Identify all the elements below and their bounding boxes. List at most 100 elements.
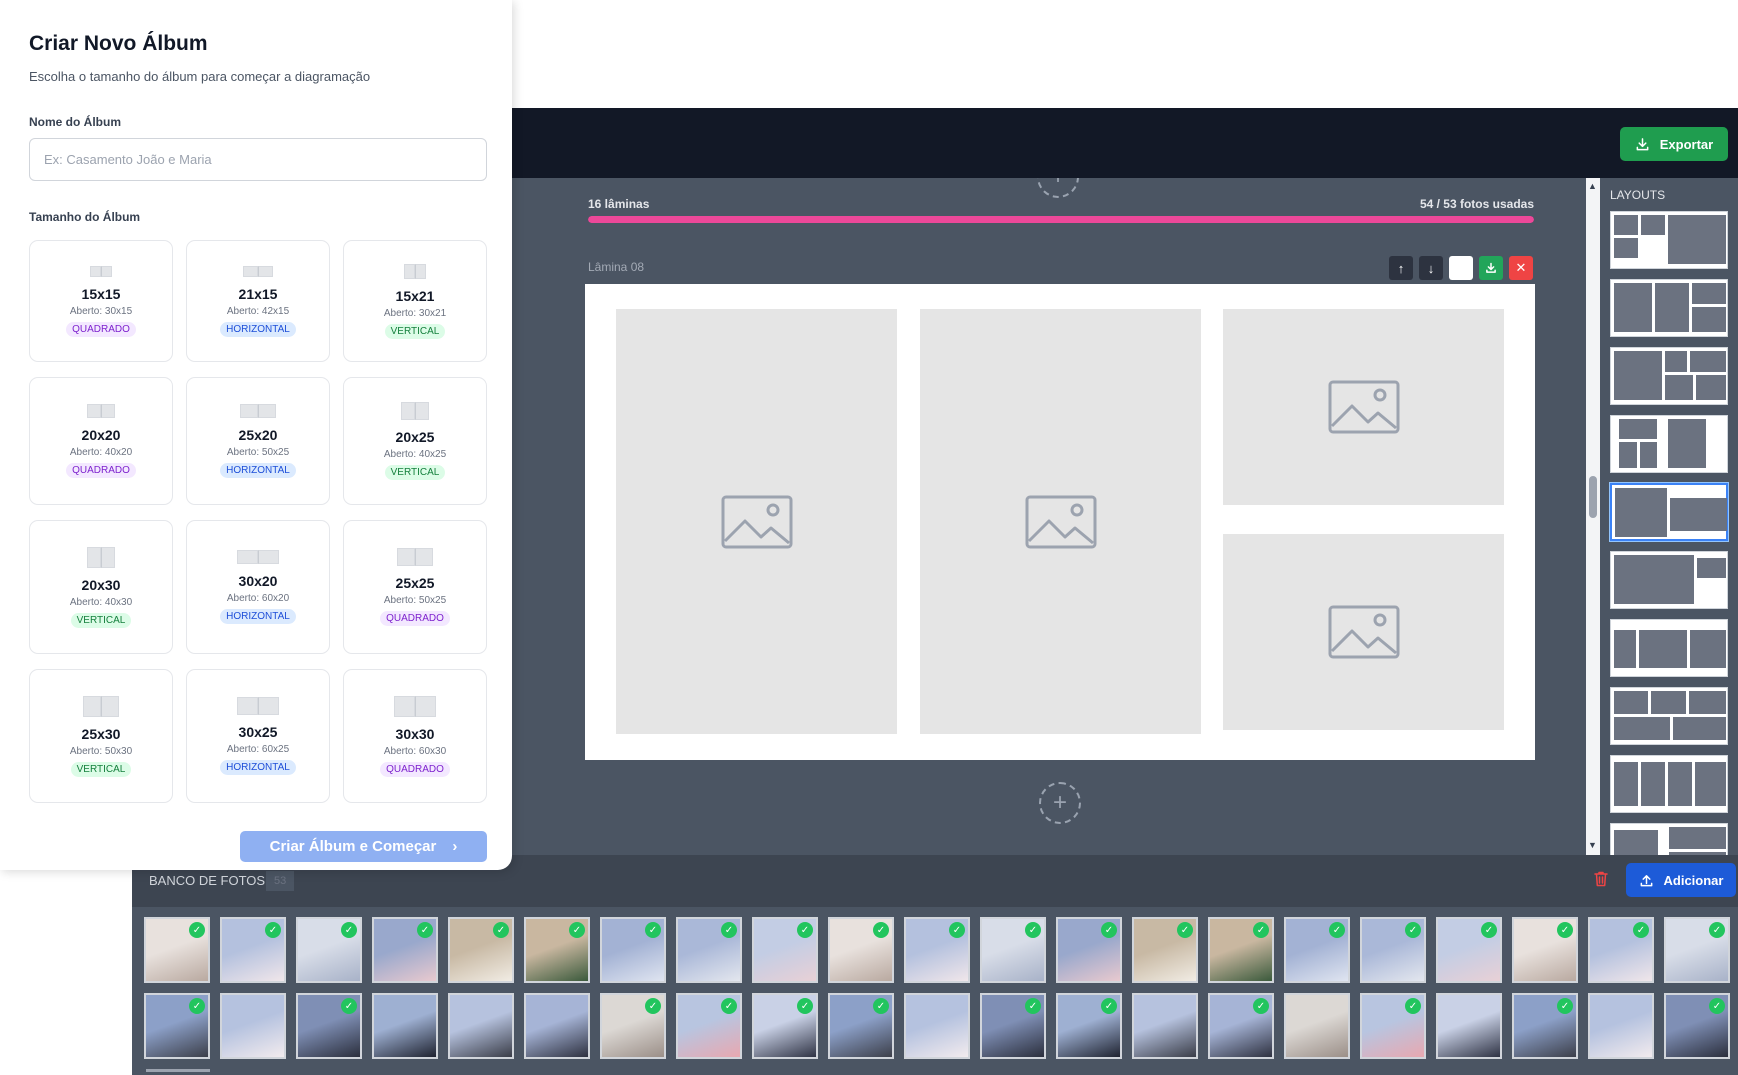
size-open-dimensions: Aberto: 60x20 [226, 593, 290, 604]
layout-option[interactable] [1610, 415, 1728, 473]
size-card-30x20[interactable]: 30x20 Aberto: 60x20 HORIZONTAL [186, 520, 330, 654]
layout-option[interactable] [1610, 823, 1728, 855]
size-card-20x20[interactable]: 20x20 Aberto: 40x20 QUADRADO [29, 377, 173, 505]
photo-thumbnail[interactable]: ✓ [1132, 917, 1198, 983]
photo-thumbnail[interactable]: ✓ [220, 917, 286, 983]
photo-thumbnail[interactable]: ✓ [828, 993, 894, 1059]
add-sheet-top-button[interactable]: + [1037, 178, 1079, 198]
layout-option[interactable] [1610, 279, 1728, 337]
photo-thumbnail[interactable]: ✓ [828, 917, 894, 983]
size-card-15x15[interactable]: 15x15 Aberto: 30x15 QUADRADO [29, 240, 173, 362]
photos-progress-bar [588, 216, 1534, 223]
add-photos-button[interactable]: Adicionar [1626, 863, 1736, 897]
photo-bank-title: BANCO DE FOTOS [149, 873, 266, 888]
photo-slot[interactable] [920, 309, 1201, 734]
photo-thumbnail[interactable]: ✓ [296, 917, 362, 983]
size-card-21x15[interactable]: 21x15 Aberto: 42x15 HORIZONTAL [186, 240, 330, 362]
background-color-button[interactable] [1449, 256, 1473, 280]
album-size-label: Tamanho do Álbum [29, 210, 141, 224]
photo-thumbnail[interactable]: ✓ [1512, 917, 1578, 983]
photo-thumbnail[interactable]: ✓ [144, 993, 210, 1059]
layout-option[interactable] [1610, 483, 1728, 541]
size-card-15x21[interactable]: 15x21 Aberto: 30x21 VERTICAL [343, 240, 487, 362]
photo-thumbnail[interactable] [448, 993, 514, 1059]
photo-thumbnail[interactable] [904, 993, 970, 1059]
album-name-input[interactable] [29, 138, 487, 181]
layouts-title: LAYOUTS [1610, 188, 1666, 202]
photo-thumbnail[interactable]: ✓ [676, 917, 742, 983]
size-card-25x25[interactable]: 25x25 Aberto: 50x25 QUADRADO [343, 520, 487, 654]
arrow-up-icon: ↑ [1397, 260, 1405, 276]
photo-thumbnail[interactable]: ✓ [1208, 917, 1274, 983]
photo-thumbnail[interactable]: ✓ [296, 993, 362, 1059]
album-book-icon [237, 550, 279, 564]
photo-thumbnail[interactable]: ✓ [448, 917, 514, 983]
photo-thumbnail[interactable] [1588, 993, 1654, 1059]
size-card-20x30[interactable]: 20x30 Aberto: 40x30 VERTICAL [29, 520, 173, 654]
photo-thumbnail[interactable] [524, 993, 590, 1059]
layout-option[interactable] [1610, 687, 1728, 745]
photo-slot[interactable] [1223, 309, 1504, 505]
layout-option[interactable] [1610, 347, 1728, 405]
photo-thumbnail[interactable] [220, 993, 286, 1059]
photo-thumbnail[interactable]: ✓ [372, 917, 438, 983]
size-card-25x30[interactable]: 25x30 Aberto: 50x30 VERTICAL [29, 669, 173, 803]
size-card-25x20[interactable]: 25x20 Aberto: 50x25 HORIZONTAL [186, 377, 330, 505]
photo-thumbnail[interactable]: ✓ [752, 917, 818, 983]
scroll-down-icon[interactable]: ▼ [1588, 840, 1597, 850]
photo-thumbnail[interactable]: ✓ [600, 993, 666, 1059]
layout-option[interactable] [1610, 211, 1728, 269]
scroll-up-icon[interactable]: ▲ [1588, 181, 1597, 191]
photo-thumbnail[interactable]: ✓ [676, 993, 742, 1059]
photo-thumbnail[interactable]: ✓ [980, 917, 1046, 983]
photo-thumbnail[interactable]: ✓ [1588, 917, 1654, 983]
photo-thumbnail[interactable]: ✓ [752, 993, 818, 1059]
delete-sheet-button[interactable]: ✕ [1509, 256, 1533, 280]
size-open-dimensions: Aberto: 50x30 [69, 745, 133, 757]
download-sheet-button[interactable] [1479, 256, 1503, 280]
photo-thumbnail[interactable]: ✓ [1664, 917, 1730, 983]
photo-thumbnail[interactable] [1132, 993, 1198, 1059]
photo-count-badge: 53 [266, 871, 295, 891]
photo-thumbnail[interactable] [1284, 993, 1350, 1059]
photo-thumbnail[interactable]: ✓ [980, 993, 1046, 1059]
photo-thumbnail[interactable]: ✓ [144, 917, 210, 983]
add-sheet-button[interactable]: + [1039, 782, 1081, 824]
photo-thumbnail[interactable] [1436, 993, 1502, 1059]
size-card-20x25[interactable]: 20x25 Aberto: 40x25 VERTICAL [343, 377, 487, 505]
photo-thumbnail[interactable]: ✓ [600, 917, 666, 983]
photo-thumbnail[interactable]: ✓ [1208, 993, 1274, 1059]
photo-thumbnail[interactable]: ✓ [1056, 917, 1122, 983]
export-button[interactable]: Exportar [1620, 127, 1728, 161]
used-check-icon: ✓ [721, 922, 737, 938]
layout-option[interactable] [1610, 551, 1728, 609]
move-down-button[interactable]: ↓ [1419, 256, 1443, 280]
modal-title: Criar Novo Álbum [29, 32, 208, 55]
scrollbar-thumb[interactable] [1589, 476, 1597, 518]
move-up-button[interactable]: ↑ [1389, 256, 1413, 280]
photo-thumbnail[interactable]: ✓ [1284, 917, 1350, 983]
size-card-30x30[interactable]: 30x30 Aberto: 60x30 QUADRADO [343, 669, 487, 803]
size-card-30x25[interactable]: 30x25 Aberto: 60x25 HORIZONTAL [186, 669, 330, 803]
layout-option[interactable] [1610, 619, 1728, 677]
photo-thumbnail[interactable]: ✓ [1512, 993, 1578, 1059]
layout-slot [1641, 215, 1665, 235]
photo-thumbnail[interactable]: ✓ [524, 917, 590, 983]
photo-slot[interactable] [616, 309, 897, 734]
used-check-icon: ✓ [645, 998, 661, 1014]
photo-thumbnail[interactable] [372, 993, 438, 1059]
layout-slot [1668, 419, 1706, 468]
layout-slot [1668, 762, 1692, 806]
size-name: 25x20 [238, 427, 278, 443]
photo-thumbnail[interactable]: ✓ [1436, 917, 1502, 983]
photo-thumbnail[interactable]: ✓ [1360, 993, 1426, 1059]
photo-thumbnail[interactable]: ✓ [1056, 993, 1122, 1059]
layout-option[interactable] [1610, 755, 1728, 813]
photo-thumbnail[interactable]: ✓ [904, 917, 970, 983]
create-album-button[interactable]: Criar Álbum e Começar › [240, 831, 487, 862]
trash-icon[interactable] [1593, 870, 1609, 893]
canvas-scrollbar[interactable]: ▲ ▼ [1586, 178, 1600, 855]
photo-thumbnail[interactable]: ✓ [1360, 917, 1426, 983]
photo-thumbnail[interactable]: ✓ [1664, 993, 1730, 1059]
photo-slot[interactable] [1223, 534, 1504, 730]
